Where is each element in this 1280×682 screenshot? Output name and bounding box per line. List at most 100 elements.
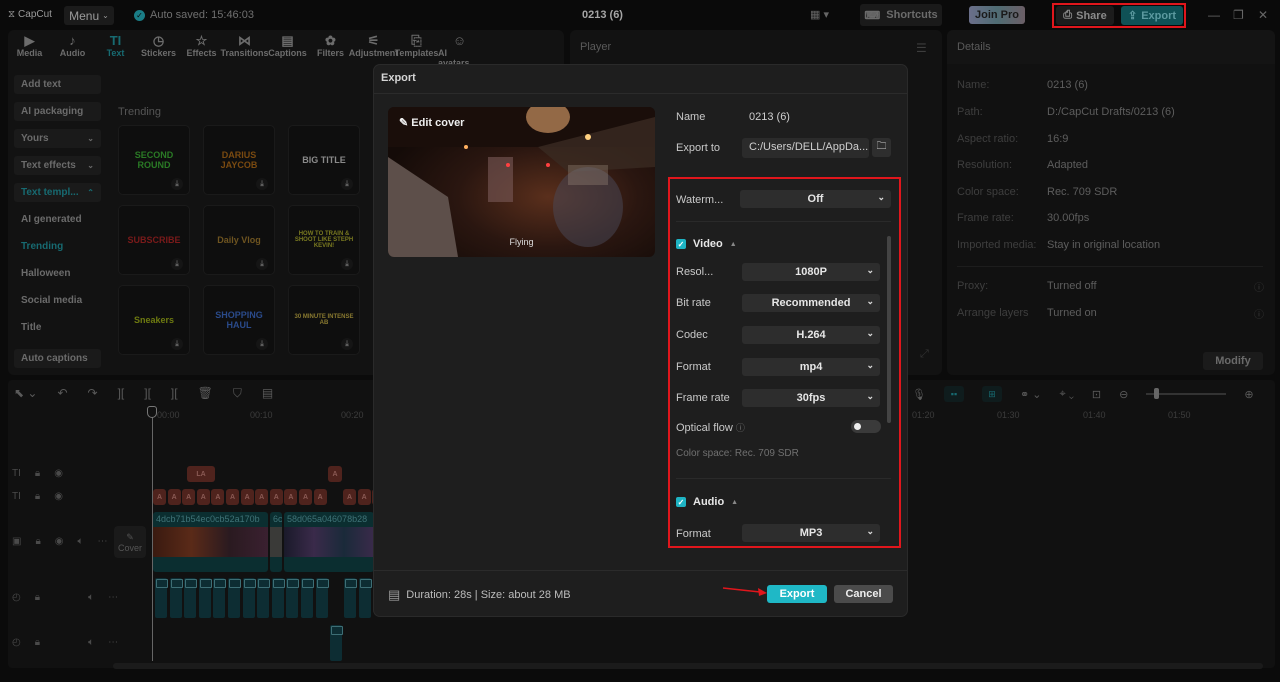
tab-stickers[interactable]: ◷ Stickers — [137, 33, 180, 68]
codec-select[interactable]: H.264 ⌄ — [742, 326, 880, 344]
zoom-to-fit-icon[interactable]: ⊡ — [1092, 388, 1101, 401]
sidebar-item-ai-generated[interactable]: AI generated — [14, 210, 101, 229]
split-left-icon[interactable]: ][ — [144, 386, 151, 401]
help-icon[interactable]: ⓘ — [736, 423, 745, 433]
template-card[interactable]: DARIUS JAYCOB ⤓ — [203, 125, 275, 195]
text-clip[interactable]: A — [153, 489, 166, 505]
zoom-out-icon[interactable]: ⊖ — [1119, 388, 1128, 401]
folder-icon[interactable]: 🗀 — [872, 138, 891, 157]
share-button[interactable]: ⎙ Share — [1056, 6, 1114, 25]
volume-icon[interactable]: 🔈︎ — [78, 536, 84, 547]
close-icon[interactable]: ✕ — [1258, 8, 1268, 22]
export-path-field[interactable]: C:/Users/DELL/AppDa... — [742, 138, 869, 158]
text-clip[interactable]: A — [167, 489, 181, 505]
redo-icon[interactable]: ↷ — [88, 386, 98, 401]
download-icon[interactable]: ⤓ — [256, 178, 268, 190]
watermark-select[interactable]: Off ⌄ — [740, 190, 891, 208]
format-select[interactable]: mp4 ⌄ — [742, 358, 880, 376]
text-clip[interactable]: LA — [187, 466, 215, 482]
template-card[interactable]: Sneakers ⤓ — [118, 285, 190, 355]
text-clip[interactable]: A — [299, 489, 312, 505]
frame-rate-select[interactable]: 30fps ⌄ — [742, 389, 880, 407]
optical-flow-toggle[interactable] — [851, 420, 881, 433]
template-card[interactable]: SUBSCRIBE ⤓ — [118, 205, 190, 275]
sidebar-item-auto-captions[interactable]: Auto captions — [14, 349, 101, 368]
eye-icon[interactable]: ◉ — [54, 468, 63, 479]
text-clip[interactable]: A — [284, 489, 298, 505]
sidebar-item-social-media[interactable]: Social media — [14, 291, 101, 310]
menu-button[interactable]: Menu ⌄ — [64, 6, 114, 25]
export-top-button[interactable]: ⇪ Export — [1121, 6, 1183, 25]
info-icon[interactable]: ⓘ — [1254, 279, 1264, 294]
zoom-slider-handle[interactable] — [1154, 388, 1160, 399]
audio-format-select[interactable]: MP3 ⌄ — [742, 524, 880, 542]
sidebar-item-halloween[interactable]: Halloween — [14, 264, 101, 283]
layout-icon[interactable]: ▦ ▾ — [810, 8, 829, 21]
shortcuts-button[interactable]: ⌨ Shortcuts — [860, 4, 942, 26]
resol--select[interactable]: 1080P ⌄ — [742, 263, 880, 281]
audio-clip[interactable] — [242, 578, 256, 618]
tab-text[interactable]: TI Text — [94, 33, 137, 68]
audio-checkbox[interactable]: ✓ — [676, 497, 686, 507]
video-section-header[interactable]: ✓ Video ▲ — [676, 238, 737, 250]
info-icon[interactable]: ⓘ — [1254, 306, 1264, 321]
audio-clip[interactable] — [169, 578, 183, 618]
modify-button[interactable]: Modify — [1203, 352, 1263, 370]
sidebar-item-text-effects[interactable]: Text effects ⌄ — [14, 156, 101, 175]
download-icon[interactable]: ⤓ — [171, 258, 183, 270]
audio-clip[interactable] — [315, 578, 329, 618]
template-card[interactable]: Daily Vlog ⤓ — [203, 205, 275, 275]
zoom-slider[interactable] — [1146, 388, 1227, 399]
text-clip[interactable]: A — [343, 489, 356, 505]
audio-clip[interactable] — [228, 578, 241, 618]
template-card[interactable]: HOW TO TRAIN & SHOOT LIKE STEPH KEVIN! ⤓ — [288, 205, 360, 275]
split-right-icon[interactable]: ][ — [171, 386, 178, 401]
caption-edit-icon[interactable]: ▤ — [262, 386, 273, 401]
audio-clip[interactable] — [359, 578, 372, 618]
tab-media[interactable]: ▶ Media — [8, 33, 51, 68]
lock-icon[interactable]: 🔒︎ — [35, 468, 40, 479]
volume-icon[interactable]: 🔈︎ — [88, 592, 94, 603]
marker-icon[interactable]: ⛉ — [233, 386, 242, 401]
download-icon[interactable]: ⤓ — [256, 338, 268, 350]
text-clip[interactable]: A — [328, 466, 342, 482]
audio-clip[interactable] — [213, 578, 227, 618]
audio-clip[interactable] — [155, 578, 168, 618]
download-icon[interactable]: ⤓ — [341, 338, 353, 350]
timeline-scrollbar[interactable] — [113, 663, 1263, 669]
sidebar-item-text-templ-[interactable]: Text templ... ⌃ — [14, 183, 101, 202]
audio-clip[interactable] — [286, 578, 300, 618]
tab-ai-avatars[interactable]: ☺ AI avatars — [438, 33, 481, 68]
download-icon[interactable]: ⤓ — [171, 178, 183, 190]
select-tool-icon[interactable]: ⬉ ⌄ — [14, 386, 37, 401]
tab-transitions[interactable]: ⋈ Transitions — [221, 33, 269, 68]
cancel-button[interactable]: Cancel — [834, 585, 893, 603]
eye-icon[interactable]: ◉ — [54, 491, 63, 502]
tab-filters[interactable]: ✿ Filters — [309, 33, 352, 68]
sidebar-item-trending[interactable]: Trending — [14, 237, 101, 256]
lock-icon[interactable]: 🔒︎ — [35, 637, 40, 648]
audio-clip[interactable] — [257, 578, 271, 618]
video-clip[interactable]: 58d065a046078b28 — [284, 512, 374, 572]
join-pro-button[interactable]: Join Pro — [969, 6, 1025, 24]
hamburger-menu-icon[interactable]: ☰ — [916, 41, 927, 55]
sidebar-item-add-text[interactable]: Add text — [14, 75, 101, 94]
text-clip[interactable]: A — [269, 489, 283, 505]
delete-icon[interactable]: 🗑 — [198, 386, 213, 401]
more-icon[interactable]: ⋯ — [98, 536, 108, 547]
playhead-handle[interactable] — [147, 406, 157, 418]
video-clip[interactable]: 6c — [270, 512, 282, 572]
minimize-icon[interactable]: — — [1208, 8, 1220, 22]
audio-clip[interactable] — [330, 625, 343, 661]
text-clip[interactable]: A — [255, 489, 269, 505]
tab-effects[interactable]: ☆ Effects — [180, 33, 223, 68]
link-icon[interactable]: ⚭ ⌄ — [1020, 388, 1042, 401]
audio-clip[interactable] — [271, 578, 285, 618]
microphone-icon[interactable]: 🎙 — [912, 388, 926, 401]
auto-snap-icon[interactable]: ⊞ — [981, 386, 1002, 402]
tab-audio[interactable]: ♪ Audio — [51, 33, 94, 68]
video-checkbox[interactable]: ✓ — [676, 239, 686, 249]
bit-rate-select[interactable]: Recommended ⌄ — [742, 294, 880, 312]
volume-icon[interactable]: 🔈︎ — [88, 637, 94, 648]
lock-icon[interactable]: 🔒︎ — [35, 536, 40, 547]
